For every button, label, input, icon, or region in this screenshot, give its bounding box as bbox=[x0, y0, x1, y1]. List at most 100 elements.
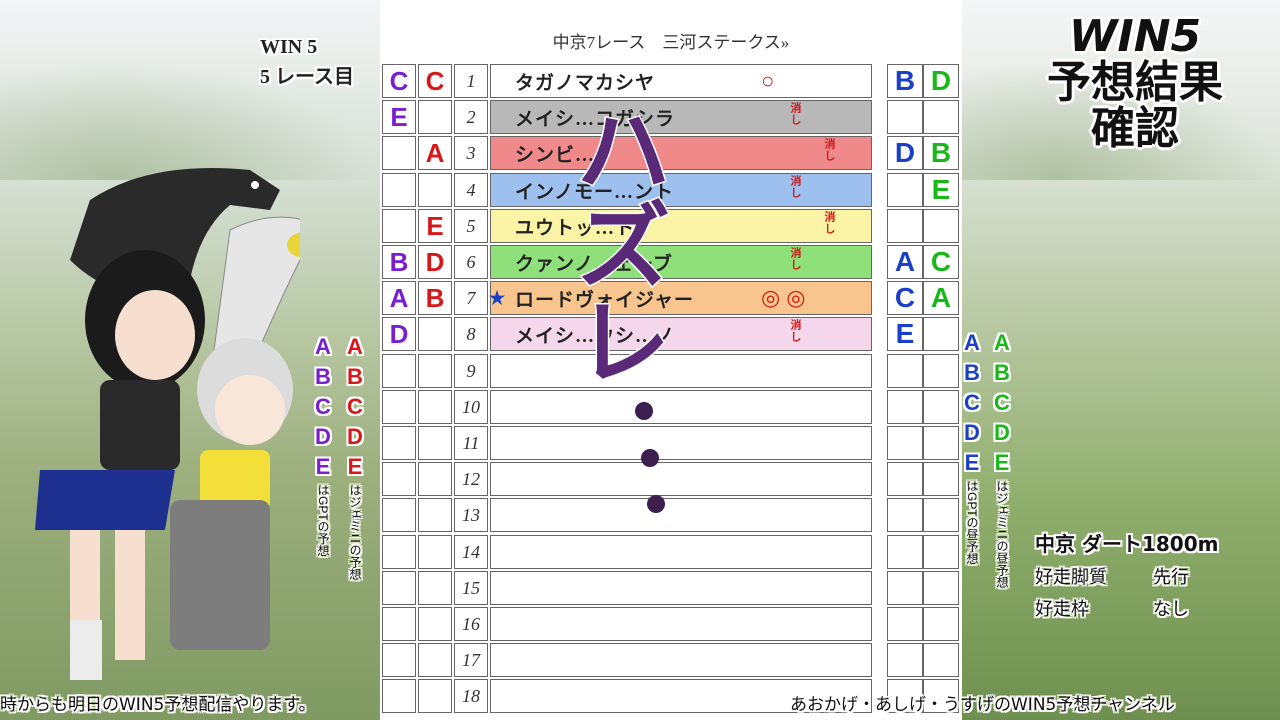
legend-letter: A bbox=[347, 334, 363, 359]
prediction-symbol: ◎◎ bbox=[761, 285, 812, 310]
gemini-mark-cell bbox=[418, 317, 452, 351]
gemini-mark-cell bbox=[418, 100, 452, 134]
table-row: 9 bbox=[382, 354, 872, 388]
gate-value: なし bbox=[1153, 599, 1189, 620]
horse-number-cell: 9 bbox=[454, 354, 488, 388]
gpt-noon-mark-cell: B bbox=[887, 64, 923, 98]
table-row: A B 7 ロードヴォイジャー ★ ◎◎ bbox=[382, 281, 872, 315]
gpt-mark-cell bbox=[382, 390, 416, 424]
gemini-noon-mark-cell: D bbox=[923, 64, 959, 98]
table-row: 11 bbox=[382, 426, 872, 460]
eliminated-tag: 消し bbox=[789, 102, 802, 126]
gpt-noon-mark-cell: A bbox=[887, 245, 923, 279]
legend-letter: B bbox=[347, 364, 363, 389]
horse-number-cell: 17 bbox=[454, 643, 488, 677]
horse-name-cell bbox=[490, 571, 872, 605]
gemini-noon-mark-cell bbox=[923, 498, 959, 532]
gemini-mark-cell: C bbox=[418, 64, 452, 98]
gemini-mark-cell bbox=[418, 679, 452, 713]
legend-note: はGPTの予想 bbox=[315, 484, 330, 557]
table-row: 15 bbox=[382, 571, 872, 605]
horse-name-cell: メイシ…ウシ…ノ 消し bbox=[490, 317, 872, 351]
course-info: 中京 ダート1800m bbox=[1035, 532, 1219, 556]
title-line3: 確認 bbox=[1091, 103, 1179, 154]
horse-number-cell: 11 bbox=[454, 426, 488, 460]
mascot-characters-illustration bbox=[35, 168, 300, 680]
table-row: 12 bbox=[382, 462, 872, 496]
horse-name-cell bbox=[490, 535, 872, 569]
star-icon: ★ bbox=[489, 287, 507, 308]
gpt-noon-mark-cell bbox=[887, 426, 923, 460]
gemini-noon-mark-cell bbox=[923, 209, 959, 243]
legend-gemini-noon: A B C D E はジェミニの昼予想 bbox=[994, 328, 1010, 588]
legend-letter: A bbox=[994, 330, 1010, 355]
horse-number-cell: 18 bbox=[454, 679, 488, 713]
gemini-noon-mark-cell bbox=[923, 354, 959, 388]
legend-letter: E bbox=[964, 450, 980, 475]
horse-number-cell: 2 bbox=[454, 100, 488, 134]
gpt-noon-mark-cell bbox=[887, 354, 923, 388]
eliminated-tag: 消し bbox=[789, 175, 802, 199]
horse-name: メイシ…ウシ…ノ bbox=[515, 325, 676, 347]
horse-name: インノモー…ント bbox=[515, 181, 675, 203]
gemini-mark-cell bbox=[418, 426, 452, 460]
win5-label-line2: 5 レース目 bbox=[260, 66, 354, 88]
style-value: 先行 bbox=[1153, 567, 1189, 588]
gemini-mark-cell bbox=[418, 643, 452, 677]
title-line2: 予想結果 bbox=[1047, 57, 1223, 108]
result-check-title: WIN5 予想結果 確認 bbox=[1000, 14, 1270, 152]
gpt-mark-cell bbox=[382, 571, 416, 605]
gpt-mark-cell: E bbox=[382, 100, 416, 134]
gpt-noon-mark-cell bbox=[887, 209, 923, 243]
gpt-noon-mark-cell bbox=[887, 535, 923, 569]
gemini-noon-mark-cell bbox=[923, 607, 959, 641]
horse-number-cell: 13 bbox=[454, 498, 488, 532]
ellipsis-dot bbox=[635, 402, 653, 420]
table-row: C C 1 タガノマカシヤ ○ bbox=[382, 64, 872, 98]
horse-number-cell: 1 bbox=[454, 64, 488, 98]
horse-name-cell bbox=[490, 390, 872, 424]
table-row: E 2 メイシ…コガシラ 消し bbox=[382, 100, 872, 134]
horse-number-cell: 3 bbox=[454, 136, 488, 170]
horse-number-cell: 15 bbox=[454, 571, 488, 605]
ellipsis-dot bbox=[641, 449, 659, 467]
gpt-mark-cell bbox=[382, 498, 416, 532]
table-row: D 8 メイシ…ウシ…ノ 消し bbox=[382, 317, 872, 351]
race-title: 中京7レース 三河ステークス» bbox=[552, 33, 790, 52]
horse-number-cell: 14 bbox=[454, 535, 488, 569]
horse-name-cell: シンビ… 消し bbox=[490, 136, 872, 170]
gpt-noon-mark-cell: C bbox=[887, 281, 923, 315]
horse-name: シンビ… bbox=[515, 144, 596, 166]
footer-channel-name: あおかげ・あしげ・うすげのWIN5予想チャンネル bbox=[790, 695, 1175, 715]
table-row: 16 bbox=[382, 607, 872, 641]
gemini-noon-mark-cell bbox=[923, 571, 959, 605]
horse-number-cell: 10 bbox=[454, 390, 488, 424]
legend-gpt: A B C D E はGPTの予想 bbox=[315, 332, 331, 557]
legend-letter: D bbox=[994, 420, 1010, 445]
horse-name-cell: タガノマカシヤ ○ bbox=[490, 64, 872, 98]
gpt-mark-cell: D bbox=[382, 317, 416, 351]
eliminated-tag: 消し bbox=[789, 319, 802, 343]
ellipsis-dot bbox=[647, 495, 665, 513]
horse-name-cell: ユウトッ…ト 消し bbox=[490, 209, 872, 243]
table-row: B D 6 クァンノ…ェーブ 消し bbox=[382, 245, 872, 279]
gpt-mark-cell: C bbox=[382, 64, 416, 98]
gemini-mark-cell: D bbox=[418, 245, 452, 279]
horse-name-cell bbox=[490, 498, 872, 532]
gpt-mark-cell bbox=[382, 354, 416, 388]
title-line1: WIN5 bbox=[1068, 11, 1202, 62]
eliminated-tag: 消し bbox=[823, 211, 836, 235]
table-row: 10 bbox=[382, 390, 872, 424]
gpt-noon-mark-cell: D bbox=[887, 136, 923, 170]
legend-letter: D bbox=[347, 424, 363, 449]
gpt-noon-mark-cell bbox=[887, 173, 923, 207]
horse-number-cell: 8 bbox=[454, 317, 488, 351]
legend-letter: D bbox=[315, 424, 331, 449]
table-row: E 5 ユウトッ…ト 消し bbox=[382, 209, 872, 243]
table-row: 4 インノモー…ント 消し bbox=[382, 173, 872, 207]
legend-letter: A bbox=[964, 330, 980, 355]
gate-label: 好走枠 bbox=[1035, 599, 1089, 620]
legend-letter: D bbox=[964, 420, 980, 445]
gemini-noon-mark-cell: A bbox=[923, 281, 959, 315]
legend-note: はジェミニの予想 bbox=[347, 484, 362, 580]
